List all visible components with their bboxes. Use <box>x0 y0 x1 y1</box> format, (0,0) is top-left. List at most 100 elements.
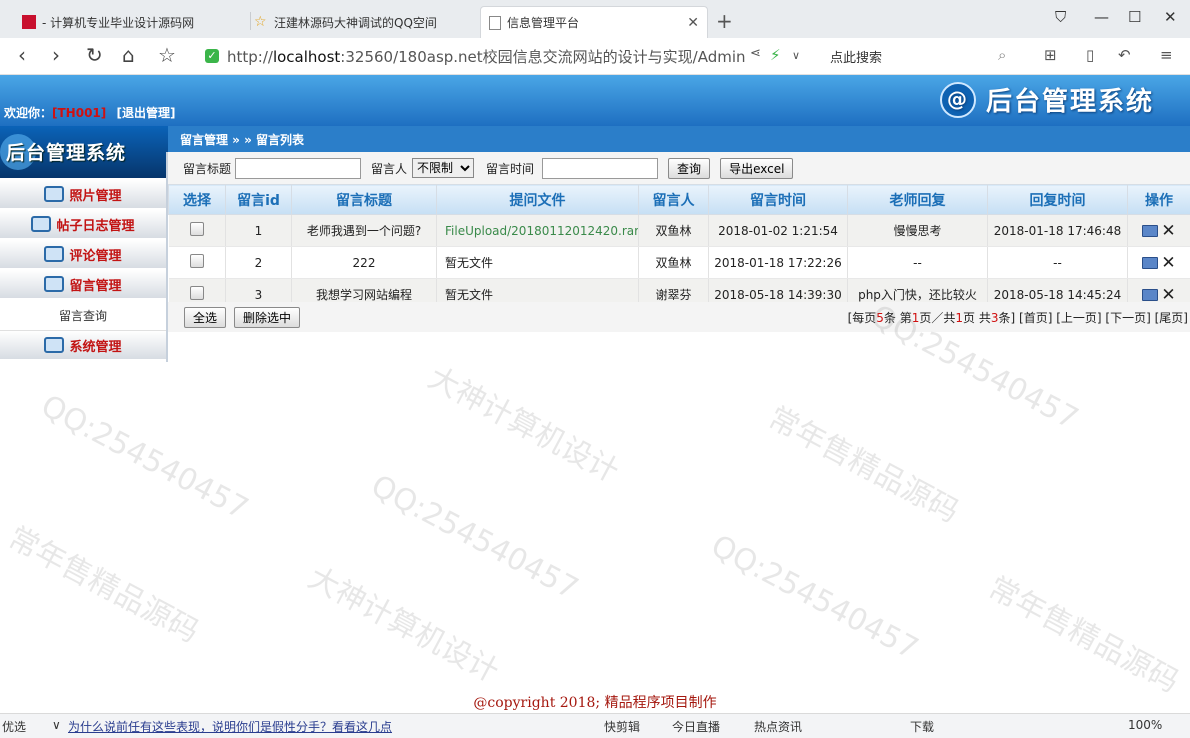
url-text: http://localhost:32560/180asp.net校园信息交流网… <box>227 46 746 67</box>
query-button[interactable]: 查询 <box>668 158 710 179</box>
sidebar-subitem-message-query[interactable]: 留言查询 <box>0 300 166 331</box>
news-ticker-link[interactable]: 为什么说前任有这些表现，说明你们是假性分手？看看这几点 <box>68 718 392 735</box>
browser-tab-2[interactable]: ☆ 汪建林源码大神调试的QQ空间 <box>254 6 478 38</box>
cell-time: 2018-01-18 17:22:26 <box>709 247 848 279</box>
status-quick-edit[interactable]: 快剪辑 <box>604 718 640 735</box>
shirt-skin-icon[interactable]: ⛉ <box>1055 8 1066 26</box>
delete-icon[interactable]: ✕ <box>1161 253 1175 273</box>
delete-icon[interactable]: ✕ <box>1161 221 1175 241</box>
address-bar[interactable]: ✓ http://localhost:32560/180asp.net校园信息交… <box>205 41 815 71</box>
edit-icon[interactable] <box>1142 225 1158 237</box>
column-header: 提问文件 <box>437 185 639 215</box>
chevron-down-icon[interactable]: ∨ <box>792 49 800 62</box>
watermark-text: QQ:254540457 <box>705 528 924 666</box>
sidebar-item-comments[interactable]: 评论管理 <box>0 240 166 270</box>
minimize-button[interactable]: — <box>1094 8 1109 26</box>
first-page-link[interactable]: [首页] <box>1019 311 1052 325</box>
browser-tab-bar: - 计算机专业毕业设计源码网 ☆ 汪建林源码大神调试的QQ空间 信息管理平台 ✕… <box>0 0 1190 39</box>
breadcrumb-bar: 留言管理 » » 留言列表 <box>168 126 1190 152</box>
sidebar: 照片管理 帖子日志管理 评论管理 留言管理 留言查询 系统管理 <box>0 180 166 361</box>
system-logo: @ 后台管理系统 <box>940 81 1154 118</box>
back-icon[interactable]: ‹ <box>18 44 26 66</box>
cell-author: 双鱼林 <box>639 215 709 247</box>
status-zoom[interactable]: 100% <box>1128 718 1162 732</box>
tab-label: 信息管理平台 <box>507 14 579 31</box>
tab-divider <box>250 12 251 30</box>
filter-bar: 留言标题 留言人 不限制 留言时间 查询 导出excel <box>168 152 1190 184</box>
time-filter-label: 留言时间 <box>486 160 534 177</box>
menu-icon <box>44 186 64 202</box>
column-header: 留言时间 <box>709 185 848 215</box>
row-select-checkbox[interactable] <box>169 215 226 247</box>
time-filter-input[interactable] <box>542 158 658 179</box>
forward-icon[interactable]: › <box>52 44 60 66</box>
per-page-count: 5 <box>876 311 884 325</box>
sidebar-item-photos[interactable]: 照片管理 <box>0 180 166 210</box>
search-icon[interactable]: ⌕ <box>998 46 1006 64</box>
security-shield-icon: ✓ <box>205 49 219 63</box>
edit-icon[interactable] <box>1142 257 1158 269</box>
status-hot-news[interactable]: 热点资讯 <box>754 718 802 735</box>
new-tab-button[interactable]: + <box>716 9 733 33</box>
cell-author: 双鱼林 <box>639 247 709 279</box>
maximize-button[interactable]: ☐ <box>1128 8 1141 26</box>
tab-label: - 计算机专业毕业设计源码网 <box>42 14 194 31</box>
total-records: 3 <box>991 311 999 325</box>
cell-reply: 慢慢思考 <box>848 215 988 247</box>
select-all-button[interactable]: 全选 <box>184 307 226 328</box>
menu-icon <box>44 276 64 292</box>
reload-icon[interactable]: ↻ <box>86 44 103 66</box>
row-select-checkbox[interactable] <box>169 247 226 279</box>
watermark-text: QQ:254540457 <box>365 468 584 606</box>
watermark-text: QQ:254540457 <box>35 388 254 526</box>
close-tab-icon[interactable]: ✕ <box>687 15 699 31</box>
browser-tab-1[interactable]: - 计算机专业毕业设计源码网 <box>22 6 250 38</box>
pagination: [每页5条 第1页／共1页 共3条] [首页] [上一页] [下一页] [尾页] <box>848 309 1188 326</box>
watermark-text: 大神计算机设计 <box>422 353 628 490</box>
watermark-text: 大神计算机设计 <box>302 553 508 690</box>
sidebar-item-posts[interactable]: 帖子日志管理 <box>0 210 166 240</box>
status-live[interactable]: 今日直播 <box>672 718 720 735</box>
cell-actions: ✕ <box>1128 247 1190 279</box>
last-page-link[interactable]: [尾页] <box>1155 311 1188 325</box>
column-header: 留言标题 <box>292 185 437 215</box>
admin-banner: 欢迎你：[TH001] [退出管理] @ 后台管理系统 <box>0 75 1190 126</box>
edit-icon[interactable] <box>1142 289 1158 301</box>
sidebar-item-messages[interactable]: 留言管理 <box>0 270 166 300</box>
status-featured[interactable]: 优选 <box>2 718 26 735</box>
close-window-button[interactable]: ✕ <box>1164 8 1177 26</box>
table-footer: 全选 删除选中 [每页5条 第1页／共1页 共3条] [首页] [上一页] [下… <box>168 302 1190 332</box>
browser-status-bar: 优选 ∨ 为什么说前任有这些表现，说明你们是假性分手？看看这几点 快剪辑 今日直… <box>0 713 1190 738</box>
share-icon[interactable]: ⋖ <box>750 46 761 61</box>
table-row: 1 老师我遇到一个问题? FileUpload/20180112012420.r… <box>169 215 1190 247</box>
next-page-link[interactable]: [下一页] <box>1105 311 1150 325</box>
menu-icon[interactable]: ≡ <box>1160 46 1173 64</box>
welcome-text: 欢迎你：[TH001] [退出管理] <box>4 104 175 121</box>
username: [TH001] <box>52 106 106 120</box>
title-filter-input[interactable] <box>235 158 361 179</box>
system-title: 后台管理系统 <box>986 81 1154 118</box>
left-panel-header: 后台管理系统 <box>0 126 168 178</box>
reader-icon[interactable]: ▯ <box>1086 46 1094 64</box>
prev-page-link[interactable]: [上一页] <box>1056 311 1101 325</box>
column-header: 留言人 <box>639 185 709 215</box>
speed-bolt-icon[interactable]: ⚡ <box>770 46 781 64</box>
browser-tab-active[interactable]: 信息管理平台 ✕ <box>480 6 708 38</box>
column-header: 选择 <box>169 185 226 215</box>
cell-file-link[interactable]: FileUpload/20180112012420.rar <box>437 215 639 247</box>
sidebar-item-system[interactable]: 系统管理 <box>0 331 166 361</box>
apps-grid-icon[interactable]: ⊞ <box>1044 46 1057 64</box>
logout-link[interactable]: [退出管理] <box>116 106 175 120</box>
menu-icon <box>31 216 51 232</box>
home-icon[interactable]: ⌂ <box>122 44 135 66</box>
delete-selected-button[interactable]: 删除选中 <box>234 307 300 328</box>
watermark-text: 常年售精品源码 <box>2 513 208 650</box>
undo-icon[interactable]: ↶ <box>1118 46 1131 64</box>
export-excel-button[interactable]: 导出excel <box>720 158 793 179</box>
column-header: 老师回复 <box>848 185 988 215</box>
favorite-star-icon[interactable]: ☆ <box>158 44 176 66</box>
column-header: 回复时间 <box>988 185 1128 215</box>
search-input[interactable]: 点此搜索 <box>830 47 882 66</box>
status-download[interactable]: 下载 <box>910 718 934 735</box>
author-filter-select[interactable]: 不限制 <box>412 158 474 178</box>
